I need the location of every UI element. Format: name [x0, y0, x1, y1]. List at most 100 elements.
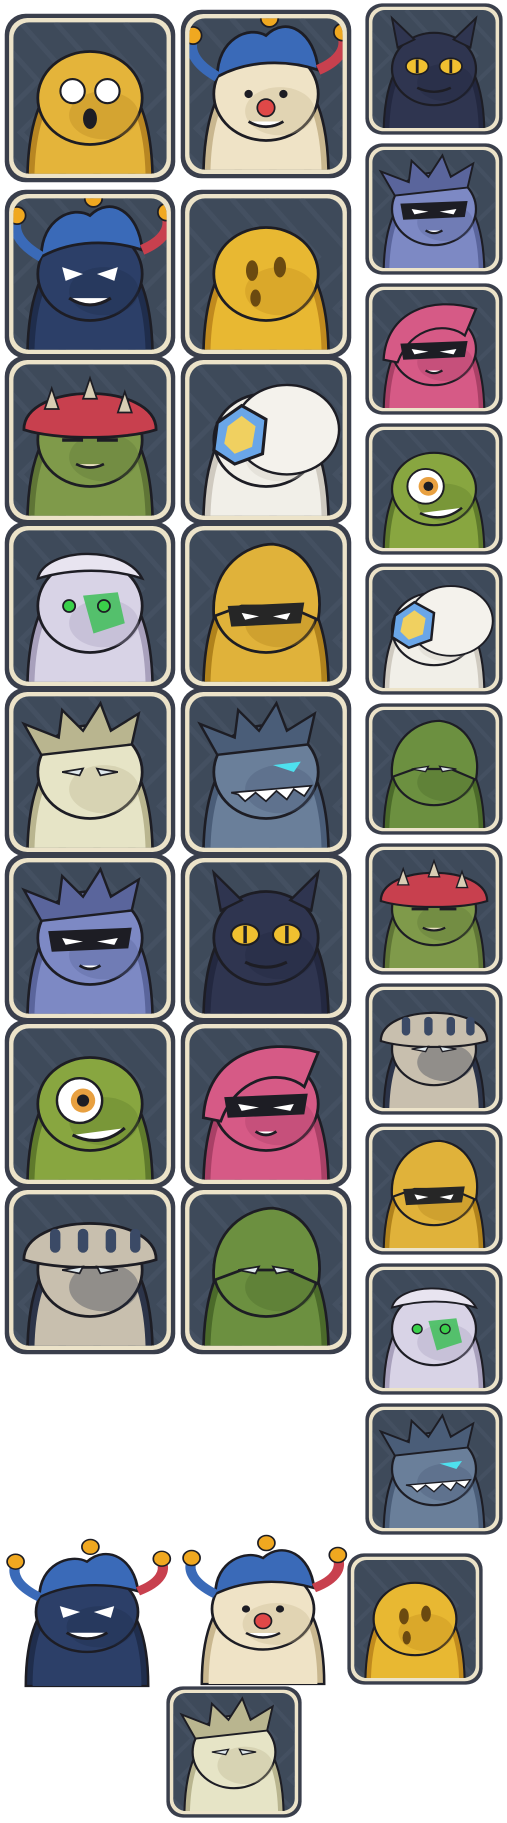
- blue-jester-cutout-icon: [6, 1538, 172, 1688]
- cap-stripe: [130, 1228, 141, 1253]
- jester-clown-cutout-portrait: [178, 1534, 348, 1686]
- pink-hood-ninja-large-icon: [180, 1019, 352, 1189]
- blue-jester-cutout-portrait: [2, 1538, 172, 1688]
- creature-art: [202, 226, 330, 350]
- green-cyclops-worm-large-portrait: [3, 1018, 177, 1190]
- left-pupil: [415, 59, 419, 74]
- mouth: [75, 462, 105, 469]
- masked-wolf-icon: [365, 143, 503, 275]
- dark-cat-blob-portrait: [364, 2, 504, 136]
- creature-art: [26, 50, 154, 174]
- right-pupil: [285, 925, 289, 944]
- right-eye: [275, 1605, 285, 1613]
- cap-stripe: [424, 1016, 433, 1036]
- jester-bell: [81, 1538, 100, 1556]
- left-eye: [241, 1605, 251, 1613]
- mushroom-zombie-small-portrait: [364, 842, 504, 976]
- portrait-sprite-sheet: [0, 0, 507, 1823]
- creature-art: [201, 1045, 330, 1180]
- clown-nose: [256, 98, 276, 118]
- creature-art: [182, 1534, 348, 1686]
- right-eye: [439, 1323, 451, 1335]
- cyclops-pupil: [76, 1094, 90, 1107]
- white-hair-cyborg-portrait: [3, 520, 177, 692]
- clown-nose: [253, 1612, 273, 1630]
- green-cyclops-worm-icon: [365, 423, 503, 555]
- creature-art: [26, 552, 154, 682]
- blue-jester-portrait: [3, 188, 177, 360]
- mouth: [83, 108, 97, 129]
- visor-slit: [403, 1186, 465, 1206]
- cap-stripe: [49, 1228, 61, 1253]
- green-armor-knight-large-portrait: [179, 1184, 353, 1356]
- cap-stripe: [77, 1228, 89, 1253]
- visor-slit: [227, 602, 305, 627]
- jester-hat-flap-left: [185, 1559, 219, 1598]
- left-eye: [244, 89, 253, 99]
- gold-helmet-knight-portrait: [179, 520, 353, 692]
- left-eye: [245, 260, 259, 281]
- masked-wolf-large-icon: [4, 853, 176, 1023]
- blue-shark-dragon-small-portrait: [364, 1402, 504, 1536]
- dark-cat-blob-large-icon: [180, 853, 352, 1023]
- mouth: [422, 926, 446, 932]
- creature-art: [6, 1538, 172, 1688]
- white-dragon-portrait: [3, 686, 177, 858]
- pink-hood-ninja-icon: [365, 283, 503, 415]
- green-armor-knight-portrait: [364, 702, 504, 836]
- eye-mask: [224, 1093, 308, 1118]
- jester-clown-portrait: [179, 8, 353, 180]
- mouth: [424, 369, 444, 375]
- cap-stripe: [105, 1228, 117, 1253]
- right-eye: [273, 256, 287, 278]
- creature-art: [26, 1056, 154, 1180]
- shield-sheep-icon: [180, 355, 352, 525]
- jester-bell: [328, 1546, 348, 1564]
- yellow-blob-shocked-portrait: [3, 12, 177, 184]
- shield-sheep-small-icon: [365, 563, 503, 695]
- creature-art: [382, 1287, 486, 1388]
- masked-wolf-portrait: [364, 142, 504, 276]
- jester-bell: [182, 1549, 201, 1567]
- mouth: [424, 229, 444, 235]
- right-eye: [96, 599, 111, 613]
- mouth: [78, 964, 102, 971]
- masked-wolf-large-portrait: [3, 852, 177, 1024]
- blue-shark-dragon-icon: [180, 687, 352, 857]
- creature-art: [379, 1011, 489, 1108]
- yellow-ghost-icon: [180, 189, 352, 359]
- creature-art: [22, 1222, 158, 1346]
- white-dragon-small-icon: [166, 1686, 302, 1818]
- shield-sheep-small-portrait: [364, 562, 504, 696]
- left-eye: [59, 78, 86, 105]
- shield-sheep-portrait: [179, 354, 353, 526]
- yellow-blob-shocked-icon: [4, 13, 176, 183]
- jester-clown-icon: [180, 9, 352, 179]
- creature-art: [382, 451, 486, 548]
- blue-shark-dragon-small-icon: [365, 1403, 503, 1535]
- white-dragon-icon: [4, 687, 176, 857]
- blue-jester-icon: [4, 189, 176, 359]
- blue-shark-dragon-portrait: [179, 686, 353, 858]
- eye-mask: [400, 340, 468, 360]
- mouth: [254, 1130, 278, 1137]
- green-cyclops-worm-portrait: [364, 422, 504, 556]
- dark-cat-blob-icon: [365, 3, 503, 135]
- yellow-ghost-small-portrait: [346, 1552, 484, 1686]
- cap-stripe: [401, 1016, 411, 1036]
- jester-bell: [6, 1553, 25, 1570]
- mushroom-hat-shadow-large-portrait: [3, 1184, 177, 1356]
- mushroom-hat-shadow-icon: [365, 983, 503, 1115]
- left-eye: [62, 599, 77, 613]
- jester-clown-cutout-icon: [182, 1534, 348, 1686]
- right-pupil: [449, 59, 453, 74]
- creature-art: [202, 869, 330, 1014]
- mouth: [402, 1631, 411, 1645]
- mushroom-hat-shadow-portrait: [364, 982, 504, 1116]
- white-dragon-small-portrait: [165, 1685, 303, 1819]
- mushroom-zombie-small-icon: [365, 843, 503, 975]
- gold-helmet-knight-small-icon: [365, 1123, 503, 1255]
- eye-mask: [400, 200, 468, 220]
- green-armor-knight-large-icon: [180, 1185, 352, 1355]
- green-cyclops-worm-large-icon: [4, 1019, 176, 1189]
